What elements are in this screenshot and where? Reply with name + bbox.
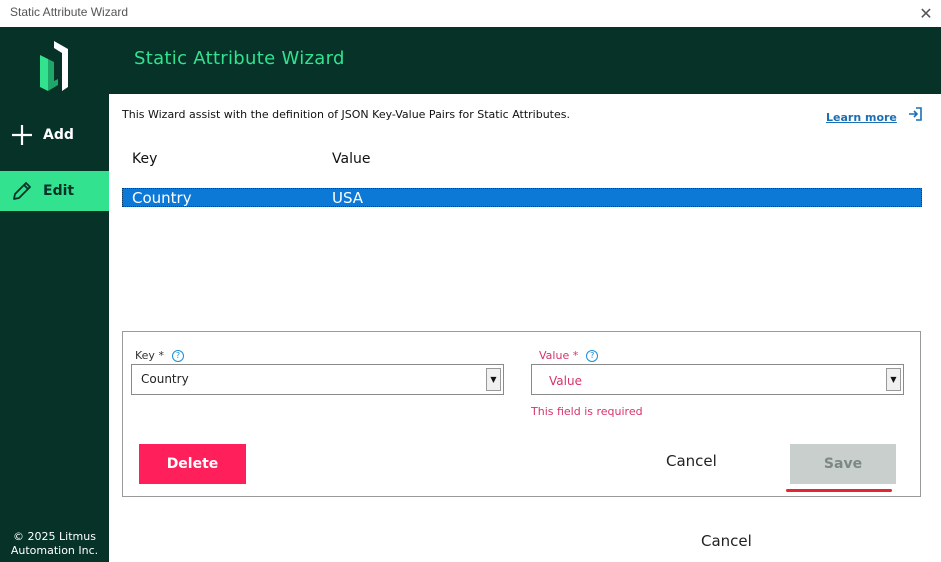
learn-more-link[interactable]: Learn more [826, 106, 923, 125]
value-label-text: Value * [539, 349, 579, 362]
cancel-button[interactable]: Cancel [666, 452, 717, 470]
litmus-logo-icon [40, 41, 68, 91]
column-header-value: Value [332, 151, 371, 167]
sidebar-item-add[interactable]: Add [0, 115, 109, 155]
chevron-down-icon[interactable]: ▼ [486, 368, 501, 391]
learn-more-label: Learn more [826, 110, 897, 124]
footer-line-2: Automation Inc. [10, 544, 99, 557]
delete-button[interactable]: Delete [139, 444, 246, 484]
save-underline-mark [786, 489, 892, 492]
key-label-text: Key * [135, 349, 164, 362]
page-title: Static Attribute Wizard [134, 48, 345, 69]
window-titlebar: Static Attribute Wizard ✕ [0, 0, 941, 28]
window-title: Static Attribute Wizard [10, 5, 129, 19]
key-field-label: Key * ? [135, 349, 184, 362]
close-icon[interactable]: ✕ [915, 2, 937, 24]
help-icon[interactable]: ? [171, 349, 184, 362]
copyright-footer: © 2025 Litmus Automation Inc. [0, 530, 109, 558]
help-icon[interactable]: ? [586, 349, 599, 362]
value-dropdown[interactable]: Value ▼ [531, 364, 904, 395]
chevron-down-icon[interactable]: ▼ [886, 368, 901, 391]
value-error-message: This field is required [531, 405, 643, 418]
sidebar-item-label: Edit [43, 183, 75, 199]
column-header-key: Key [132, 151, 158, 167]
external-link-icon [907, 106, 923, 125]
row-key-cell: Country [132, 189, 192, 207]
pencil-icon [10, 179, 34, 203]
plus-icon [10, 123, 34, 147]
table-row[interactable]: Country USA [122, 188, 922, 207]
footer-line-1: © 2025 Litmus [13, 530, 96, 543]
header-bar: Static Attribute Wizard [109, 27, 941, 94]
sidebar: Add Edit © 2025 Litmus Automation Inc. [0, 27, 109, 562]
key-dropdown[interactable]: Country ▼ [131, 364, 504, 395]
key-dropdown-value: Country [141, 372, 189, 386]
sidebar-item-label: Add [43, 127, 74, 143]
sidebar-item-edit[interactable]: Edit [0, 171, 109, 211]
dialog-cancel-button[interactable]: Cancel [701, 532, 752, 550]
value-field-label: Value * ? [539, 349, 599, 362]
value-dropdown-placeholder: Value [549, 374, 582, 388]
save-button[interactable]: Save [790, 444, 896, 484]
wizard-description: This Wizard assist with the definition o… [122, 108, 570, 121]
row-value-cell: USA [332, 189, 364, 207]
